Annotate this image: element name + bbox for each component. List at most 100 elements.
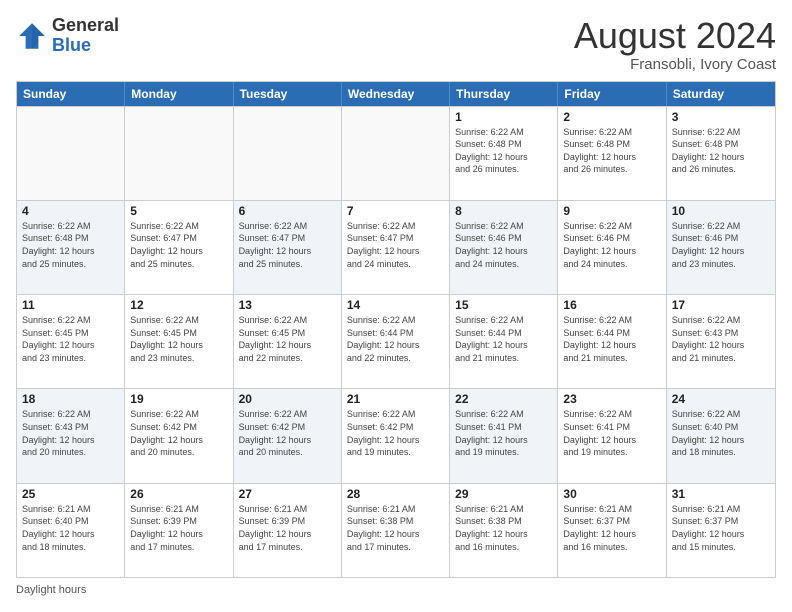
calendar-cell: 9 Sunrise: 6:22 AM Sunset: 6:46 PM Daylig… xyxy=(558,201,666,294)
logo-text: General Blue xyxy=(52,16,119,56)
day-info: Sunrise: 6:22 AM Sunset: 6:48 PM Dayligh… xyxy=(455,126,552,176)
day-info: Sunrise: 6:22 AM Sunset: 6:45 PM Dayligh… xyxy=(130,314,227,364)
day-number: 10 xyxy=(672,204,770,218)
calendar-cell: 30Sunrise: 6:21 AM Sunset: 6:37 PM Dayli… xyxy=(558,484,666,577)
day-info: Sunrise: 6:21 AM Sunset: 6:39 PM Dayligh… xyxy=(239,503,336,553)
day-number: 27 xyxy=(239,487,336,501)
day-info: Sunrise: 6:22 AM Sunset: 6:44 PM Dayligh… xyxy=(563,314,660,364)
day-number: 13 xyxy=(239,298,336,312)
day-info: Sunrise: 6:22 AM Sunset: 6:48 PM Dayligh… xyxy=(22,220,119,270)
day-info: Sunrise: 6:22 AM Sunset: 6:46 PM Dayligh… xyxy=(563,220,660,270)
calendar-week: 11 Sunrise: 6:22 AM Sunset: 6:45 PM Dayli… xyxy=(17,294,775,388)
calendar-cell xyxy=(234,107,342,200)
day-info: Sunrise: 6:22 AM Sunset: 6:45 PM Dayligh… xyxy=(22,314,119,364)
calendar-cell: 19Sunrise: 6:22 AM Sunset: 6:42 PM Dayli… xyxy=(125,389,233,482)
calendar-cell xyxy=(342,107,450,200)
main-title: August 2024 xyxy=(574,16,776,56)
day-info: Sunrise: 6:22 AM Sunset: 6:47 PM Dayligh… xyxy=(239,220,336,270)
calendar-cell: 31Sunrise: 6:21 AM Sunset: 6:37 PM Dayli… xyxy=(667,484,775,577)
day-info: Sunrise: 6:21 AM Sunset: 6:38 PM Dayligh… xyxy=(455,503,552,553)
day-number: 9 xyxy=(563,204,660,218)
day-number: 19 xyxy=(130,392,227,406)
day-number: 14 xyxy=(347,298,444,312)
day-info: Sunrise: 6:22 AM Sunset: 6:47 PM Dayligh… xyxy=(130,220,227,270)
calendar-cell: 29 Sunrise: 6:21 AM Sunset: 6:38 PM Dayli… xyxy=(450,484,558,577)
calendar-cell: 10Sunrise: 6:22 AM Sunset: 6:46 PM Dayli… xyxy=(667,201,775,294)
calendar-cell: 5 Sunrise: 6:22 AM Sunset: 6:47 PM Daylig… xyxy=(125,201,233,294)
day-number: 18 xyxy=(22,392,119,406)
calendar-header-cell: Monday xyxy=(125,82,233,106)
calendar-cell: 23Sunrise: 6:22 AM Sunset: 6:41 PM Dayli… xyxy=(558,389,666,482)
day-info: Sunrise: 6:22 AM Sunset: 6:42 PM Dayligh… xyxy=(239,408,336,458)
calendar-cell: 24 Sunrise: 6:22 AM Sunset: 6:40 PM Dayli… xyxy=(667,389,775,482)
calendar-cell: 28 Sunrise: 6:21 AM Sunset: 6:38 PM Dayli… xyxy=(342,484,450,577)
calendar-cell: 7 Sunrise: 6:22 AM Sunset: 6:47 PM Daylig… xyxy=(342,201,450,294)
day-info: Sunrise: 6:22 AM Sunset: 6:45 PM Dayligh… xyxy=(239,314,336,364)
calendar-cell: 14 Sunrise: 6:22 AM Sunset: 6:44 PM Dayli… xyxy=(342,295,450,388)
calendar-cell: 3Sunrise: 6:22 AM Sunset: 6:48 PM Daylig… xyxy=(667,107,775,200)
day-info: Sunrise: 6:21 AM Sunset: 6:40 PM Dayligh… xyxy=(22,503,119,553)
logo: General Blue xyxy=(16,16,119,56)
day-number: 20 xyxy=(239,392,336,406)
calendar-cell: 1 Sunrise: 6:22 AM Sunset: 6:48 PM Daylig… xyxy=(450,107,558,200)
title-block: August 2024 Fransobli, Ivory Coast xyxy=(574,16,776,73)
calendar-cell xyxy=(17,107,125,200)
day-number: 28 xyxy=(347,487,444,501)
page: General Blue August 2024 Fransobli, Ivor… xyxy=(0,0,792,612)
calendar-cell: 13 Sunrise: 6:22 AM Sunset: 6:45 PM Dayli… xyxy=(234,295,342,388)
day-info: Sunrise: 6:22 AM Sunset: 6:44 PM Dayligh… xyxy=(347,314,444,364)
day-number: 26 xyxy=(130,487,227,501)
calendar-header-cell: Wednesday xyxy=(342,82,450,106)
day-number: 22 xyxy=(455,392,552,406)
calendar-cell: 11 Sunrise: 6:22 AM Sunset: 6:45 PM Dayli… xyxy=(17,295,125,388)
day-number: 31 xyxy=(672,487,770,501)
logo-blue-text: Blue xyxy=(52,36,119,56)
day-number: 29 xyxy=(455,487,552,501)
calendar-week: 4Sunrise: 6:22 AM Sunset: 6:48 PM Daylig… xyxy=(17,200,775,294)
calendar: SundayMondayTuesdayWednesdayThursdayFrid… xyxy=(16,81,776,578)
calendar-cell: 27 Sunrise: 6:21 AM Sunset: 6:39 PM Dayli… xyxy=(234,484,342,577)
day-info: Sunrise: 6:22 AM Sunset: 6:46 PM Dayligh… xyxy=(455,220,552,270)
calendar-week: 25 Sunrise: 6:21 AM Sunset: 6:40 PM Dayli… xyxy=(17,483,775,577)
header: General Blue August 2024 Fransobli, Ivor… xyxy=(16,16,776,73)
footer-note: Daylight hours xyxy=(16,584,776,596)
day-info: Sunrise: 6:21 AM Sunset: 6:39 PM Dayligh… xyxy=(130,503,227,553)
logo-icon xyxy=(16,20,48,52)
day-number: 1 xyxy=(455,110,552,124)
day-number: 15 xyxy=(455,298,552,312)
day-info: Sunrise: 6:22 AM Sunset: 6:41 PM Dayligh… xyxy=(455,408,552,458)
day-number: 7 xyxy=(347,204,444,218)
calendar-cell: 21Sunrise: 6:22 AM Sunset: 6:42 PM Dayli… xyxy=(342,389,450,482)
calendar-header-cell: Friday xyxy=(558,82,666,106)
calendar-header: SundayMondayTuesdayWednesdayThursdayFrid… xyxy=(17,82,775,106)
calendar-header-cell: Tuesday xyxy=(234,82,342,106)
calendar-cell: 20 Sunrise: 6:22 AM Sunset: 6:42 PM Dayli… xyxy=(234,389,342,482)
logo-general-text: General xyxy=(52,16,119,36)
day-number: 17 xyxy=(672,298,770,312)
calendar-cell: 15 Sunrise: 6:22 AM Sunset: 6:44 PM Dayli… xyxy=(450,295,558,388)
day-number: 2 xyxy=(563,110,660,124)
calendar-cell: 22 Sunrise: 6:22 AM Sunset: 6:41 PM Dayli… xyxy=(450,389,558,482)
day-info: Sunrise: 6:22 AM Sunset: 6:48 PM Dayligh… xyxy=(672,126,770,176)
day-info: Sunrise: 6:22 AM Sunset: 6:41 PM Dayligh… xyxy=(563,408,660,458)
calendar-cell: 25 Sunrise: 6:21 AM Sunset: 6:40 PM Dayli… xyxy=(17,484,125,577)
day-number: 24 xyxy=(672,392,770,406)
calendar-body: 1 Sunrise: 6:22 AM Sunset: 6:48 PM Daylig… xyxy=(17,106,775,577)
day-info: Sunrise: 6:22 AM Sunset: 6:43 PM Dayligh… xyxy=(672,314,770,364)
day-info: Sunrise: 6:22 AM Sunset: 6:44 PM Dayligh… xyxy=(455,314,552,364)
day-info: Sunrise: 6:22 AM Sunset: 6:47 PM Dayligh… xyxy=(347,220,444,270)
calendar-cell xyxy=(125,107,233,200)
day-info: Sunrise: 6:22 AM Sunset: 6:43 PM Dayligh… xyxy=(22,408,119,458)
calendar-header-cell: Thursday xyxy=(450,82,558,106)
day-info: Sunrise: 6:22 AM Sunset: 6:48 PM Dayligh… xyxy=(563,126,660,176)
day-info: Sunrise: 6:22 AM Sunset: 6:40 PM Dayligh… xyxy=(672,408,770,458)
day-number: 25 xyxy=(22,487,119,501)
subtitle: Fransobli, Ivory Coast xyxy=(574,56,776,73)
calendar-cell: 2 Sunrise: 6:22 AM Sunset: 6:48 PM Daylig… xyxy=(558,107,666,200)
calendar-cell: 8Sunrise: 6:22 AM Sunset: 6:46 PM Daylig… xyxy=(450,201,558,294)
day-number: 11 xyxy=(22,298,119,312)
day-number: 16 xyxy=(563,298,660,312)
calendar-cell: 6Sunrise: 6:22 AM Sunset: 6:47 PM Daylig… xyxy=(234,201,342,294)
day-number: 5 xyxy=(130,204,227,218)
day-info: Sunrise: 6:21 AM Sunset: 6:38 PM Dayligh… xyxy=(347,503,444,553)
